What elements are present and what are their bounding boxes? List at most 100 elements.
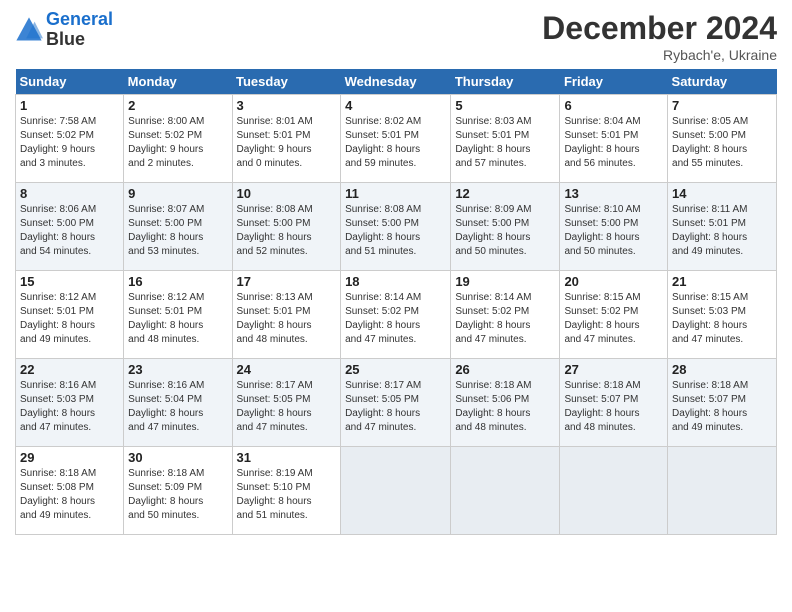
day-info: Sunrise: 8:08 AMSunset: 5:00 PMDaylight:… [237, 204, 313, 257]
calendar-day-cell: 7Sunrise: 8:05 AMSunset: 5:00 PMDaylight… [668, 95, 777, 183]
day-number: 16 [128, 274, 227, 289]
day-info: Sunrise: 8:17 AMSunset: 5:05 PMDaylight:… [345, 380, 421, 433]
calendar-body: 1Sunrise: 7:58 AMSunset: 5:02 PMDaylight… [16, 95, 777, 535]
calendar-day-cell: 15 Sunrise: 8:12 AMSunset: 5:01 PMDayligh… [16, 271, 124, 359]
day-number: 10 [237, 186, 337, 201]
calendar-day-cell: 4 Sunrise: 8:02 AMSunset: 5:01 PMDaylight… [341, 95, 451, 183]
logo-icon [15, 16, 43, 44]
day-info: Sunrise: 8:00 AMSunset: 5:02 PMDaylight:… [128, 116, 204, 169]
calendar-day-cell: 11 Sunrise: 8:08 AMSunset: 5:00 PMDayligh… [341, 183, 451, 271]
logo-text: General Blue [46, 10, 113, 50]
day-info: Sunrise: 8:04 AMSunset: 5:01 PMDaylight:… [564, 116, 640, 169]
day-number: 29 [20, 450, 119, 465]
day-info: Sunrise: 8:07 AMSunset: 5:00 PMDaylight:… [128, 204, 204, 257]
calendar-day-cell: 5 Sunrise: 8:03 AMSunset: 5:01 PMDaylight… [451, 95, 560, 183]
calendar-day-cell: 10 Sunrise: 8:08 AMSunset: 5:00 PMDayligh… [232, 183, 341, 271]
header: General Blue December 2024 Rybach'e, Ukr… [15, 10, 777, 63]
calendar-day-cell: 17 Sunrise: 8:13 AMSunset: 5:01 PMDayligh… [232, 271, 341, 359]
weekday-header-cell: Monday [124, 69, 232, 95]
weekday-header-cell: Saturday [668, 69, 777, 95]
calendar-day-cell [560, 447, 668, 535]
day-number: 27 [564, 362, 663, 377]
day-number: 18 [345, 274, 446, 289]
day-info: Sunrise: 8:17 AMSunset: 5:05 PMDaylight:… [237, 380, 313, 433]
day-number: 23 [128, 362, 227, 377]
calendar-day-cell: 6 Sunrise: 8:04 AMSunset: 5:01 PMDaylight… [560, 95, 668, 183]
title-block: December 2024 Rybach'e, Ukraine [542, 10, 777, 63]
calendar-day-cell [668, 447, 777, 535]
day-number: 17 [237, 274, 337, 289]
calendar-day-cell: 26Sunrise: 8:18 AMSunset: 5:06 PMDayligh… [451, 359, 560, 447]
day-info: Sunrise: 8:08 AMSunset: 5:00 PMDaylight:… [345, 204, 421, 257]
weekday-header-cell: Tuesday [232, 69, 341, 95]
day-number: 8 [20, 186, 119, 201]
day-info: Sunrise: 7:58 AMSunset: 5:02 PMDaylight:… [20, 116, 96, 169]
calendar-day-cell: 21 Sunrise: 8:15 AMSunset: 5:03 PMDayligh… [668, 271, 777, 359]
day-number: 22 [20, 362, 119, 377]
day-info: Sunrise: 8:06 AMSunset: 5:00 PMDaylight:… [20, 204, 96, 257]
day-info: Sunrise: 8:12 AMSunset: 5:01 PMDaylight:… [128, 292, 204, 345]
calendar-week-row: 8 Sunrise: 8:06 AMSunset: 5:00 PMDaylight… [16, 183, 777, 271]
weekday-header-cell: Thursday [451, 69, 560, 95]
weekday-header-cell: Friday [560, 69, 668, 95]
calendar-day-cell: 14Sunrise: 8:11 AMSunset: 5:01 PMDayligh… [668, 183, 777, 271]
day-info: Sunrise: 8:15 AMSunset: 5:03 PMDaylight:… [672, 292, 748, 345]
calendar-day-cell: 27Sunrise: 8:18 AMSunset: 5:07 PMDayligh… [560, 359, 668, 447]
day-number: 21 [672, 274, 772, 289]
day-info: Sunrise: 8:09 AMSunset: 5:00 PMDaylight:… [455, 204, 531, 257]
calendar-day-cell: 12 Sunrise: 8:09 AMSunset: 5:00 PMDayligh… [451, 183, 560, 271]
location: Rybach'e, Ukraine [542, 47, 777, 63]
weekday-header-cell: Wednesday [341, 69, 451, 95]
day-number: 11 [345, 186, 446, 201]
calendar-day-cell: 30 Sunrise: 8:18 AMSunset: 5:09 PMDayligh… [124, 447, 232, 535]
calendar-day-cell: 2Sunrise: 8:00 AMSunset: 5:02 PMDaylight… [124, 95, 232, 183]
day-info: Sunrise: 8:01 AMSunset: 5:01 PMDaylight:… [237, 116, 313, 169]
day-info: Sunrise: 8:18 AMSunset: 5:08 PMDaylight:… [20, 468, 96, 521]
day-info: Sunrise: 8:15 AMSunset: 5:02 PMDaylight:… [564, 292, 640, 345]
day-number: 5 [455, 98, 555, 113]
day-info: Sunrise: 8:19 AMSunset: 5:10 PMDaylight:… [237, 468, 313, 521]
calendar-week-row: 15 Sunrise: 8:12 AMSunset: 5:01 PMDayligh… [16, 271, 777, 359]
calendar-day-cell: 13Sunrise: 8:10 AMSunset: 5:00 PMDayligh… [560, 183, 668, 271]
day-number: 3 [237, 98, 337, 113]
calendar-day-cell: 22Sunrise: 8:16 AMSunset: 5:03 PMDayligh… [16, 359, 124, 447]
day-info: Sunrise: 8:03 AMSunset: 5:01 PMDaylight:… [455, 116, 531, 169]
calendar: SundayMondayTuesdayWednesdayThursdayFrid… [15, 69, 777, 535]
day-number: 4 [345, 98, 446, 113]
calendar-week-row: 22Sunrise: 8:16 AMSunset: 5:03 PMDayligh… [16, 359, 777, 447]
day-info: Sunrise: 8:13 AMSunset: 5:01 PMDaylight:… [237, 292, 313, 345]
calendar-day-cell: 3 Sunrise: 8:01 AMSunset: 5:01 PMDaylight… [232, 95, 341, 183]
calendar-day-cell: 31Sunrise: 8:19 AMSunset: 5:10 PMDayligh… [232, 447, 341, 535]
day-info: Sunrise: 8:16 AMSunset: 5:04 PMDaylight:… [128, 380, 204, 433]
calendar-day-cell: 19 Sunrise: 8:14 AMSunset: 5:02 PMDayligh… [451, 271, 560, 359]
calendar-day-cell [341, 447, 451, 535]
day-number: 19 [455, 274, 555, 289]
page-container: General Blue December 2024 Rybach'e, Ukr… [0, 0, 792, 545]
day-info: Sunrise: 8:05 AMSunset: 5:00 PMDaylight:… [672, 116, 748, 169]
day-number: 28 [672, 362, 772, 377]
day-number: 9 [128, 186, 227, 201]
month-title: December 2024 [542, 10, 777, 47]
day-number: 14 [672, 186, 772, 201]
calendar-day-cell: 28Sunrise: 8:18 AMSunset: 5:07 PMDayligh… [668, 359, 777, 447]
day-info: Sunrise: 8:02 AMSunset: 5:01 PMDaylight:… [345, 116, 421, 169]
day-number: 15 [20, 274, 119, 289]
calendar-day-cell: 29 Sunrise: 8:18 AMSunset: 5:08 PMDayligh… [16, 447, 124, 535]
calendar-day-cell: 18 Sunrise: 8:14 AMSunset: 5:02 PMDayligh… [341, 271, 451, 359]
calendar-week-row: 29 Sunrise: 8:18 AMSunset: 5:08 PMDayligh… [16, 447, 777, 535]
day-info: Sunrise: 8:12 AMSunset: 5:01 PMDaylight:… [20, 292, 96, 345]
calendar-week-row: 1Sunrise: 7:58 AMSunset: 5:02 PMDaylight… [16, 95, 777, 183]
calendar-day-cell: 1Sunrise: 7:58 AMSunset: 5:02 PMDaylight… [16, 95, 124, 183]
day-number: 30 [128, 450, 227, 465]
day-number: 6 [564, 98, 663, 113]
day-info: Sunrise: 8:14 AMSunset: 5:02 PMDaylight:… [455, 292, 531, 345]
calendar-day-cell: 24Sunrise: 8:17 AMSunset: 5:05 PMDayligh… [232, 359, 341, 447]
day-number: 12 [455, 186, 555, 201]
day-info: Sunrise: 8:18 AMSunset: 5:09 PMDaylight:… [128, 468, 204, 521]
day-info: Sunrise: 8:14 AMSunset: 5:02 PMDaylight:… [345, 292, 421, 345]
weekday-header-cell: Sunday [16, 69, 124, 95]
calendar-day-cell: 9 Sunrise: 8:07 AMSunset: 5:00 PMDaylight… [124, 183, 232, 271]
day-number: 25 [345, 362, 446, 377]
day-info: Sunrise: 8:18 AMSunset: 5:06 PMDaylight:… [455, 380, 531, 433]
calendar-header-row: SundayMondayTuesdayWednesdayThursdayFrid… [16, 69, 777, 95]
